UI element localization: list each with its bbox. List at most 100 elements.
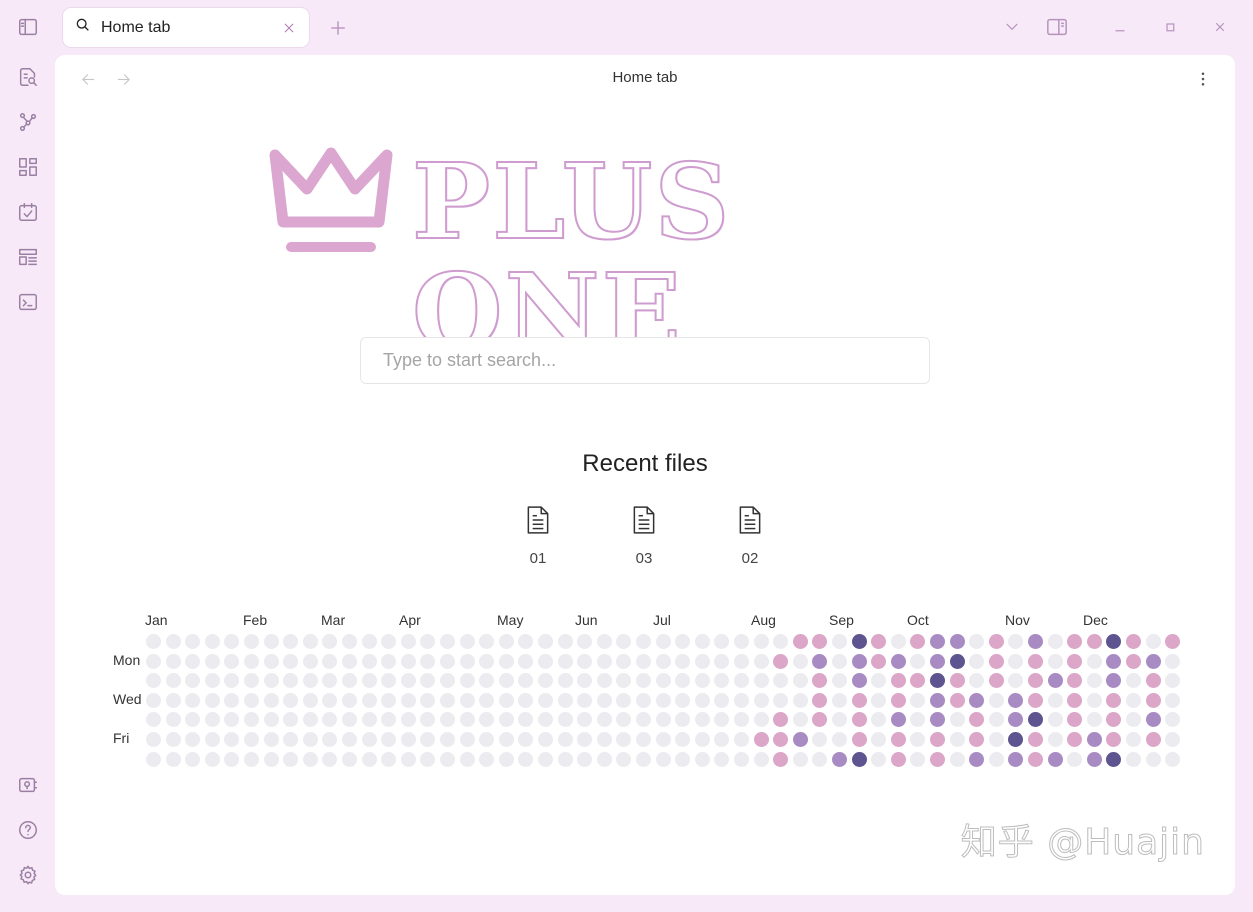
heatmap-day-cell[interactable] (832, 653, 847, 669)
heatmap-day-cell[interactable] (596, 653, 612, 669)
help-icon[interactable] (14, 816, 42, 844)
heatmap-day-cell[interactable] (498, 712, 514, 728)
heatmap-day-cell[interactable] (244, 712, 259, 728)
heatmap-day-cell[interactable] (910, 692, 926, 708)
heatmap-day-cell[interactable] (146, 732, 161, 747)
heatmap-day-cell[interactable] (165, 653, 181, 669)
heatmap-day-cell[interactable] (988, 732, 1004, 747)
heatmap-day-cell[interactable] (930, 692, 945, 708)
heatmap-day-cell[interactable] (1028, 732, 1043, 747)
heatmap-day-cell[interactable] (1028, 634, 1043, 649)
heatmap-day-cell[interactable] (734, 751, 749, 767)
heatmap-day-cell[interactable] (812, 751, 828, 767)
heatmap-day-cell[interactable] (479, 692, 495, 708)
heatmap-day-cell[interactable] (714, 732, 730, 747)
heatmap-day-cell[interactable] (596, 732, 612, 747)
heatmap-day-cell[interactable] (224, 751, 240, 767)
heatmap-day-cell[interactable] (596, 751, 612, 767)
heatmap-day-cell[interactable] (283, 634, 299, 649)
heatmap-day-cell[interactable] (988, 751, 1004, 767)
heatmap-day-cell[interactable] (440, 751, 455, 767)
heatmap-day-cell[interactable] (557, 751, 573, 767)
heatmap-day-cell[interactable] (792, 712, 808, 728)
heatmap-day-cell[interactable] (832, 712, 847, 728)
heatmap-day-cell[interactable] (479, 634, 495, 649)
heatmap-day-cell[interactable] (616, 634, 632, 649)
heatmap-day-cell[interactable] (459, 712, 475, 728)
heatmap-day-cell[interactable] (577, 692, 593, 708)
heatmap-day-cell[interactable] (655, 751, 671, 767)
heatmap-day-cell[interactable] (910, 751, 926, 767)
heatmap-day-cell[interactable] (459, 751, 475, 767)
heatmap-day-cell[interactable] (263, 673, 279, 689)
heatmap-day-cell[interactable] (792, 634, 808, 649)
heatmap-day-cell[interactable] (949, 692, 965, 708)
heatmap-day-cell[interactable] (969, 732, 985, 747)
heatmap-day-cell[interactable] (851, 712, 867, 728)
heatmap-day-cell[interactable] (988, 673, 1004, 689)
heatmap-day-cell[interactable] (773, 634, 789, 649)
heatmap-day-cell[interactable] (342, 751, 357, 767)
heatmap-day-cell[interactable] (910, 712, 926, 728)
heatmap-day-cell[interactable] (185, 692, 201, 708)
heatmap-day-cell[interactable] (1008, 692, 1024, 708)
heatmap-day-cell[interactable] (1047, 673, 1063, 689)
heatmap-day-cell[interactable] (910, 653, 926, 669)
heatmap-day-cell[interactable] (498, 751, 514, 767)
heatmap-day-cell[interactable] (381, 732, 397, 747)
heatmap-day-cell[interactable] (1165, 692, 1181, 708)
heatmap-day-cell[interactable] (1165, 653, 1181, 669)
heatmap-day-cell[interactable] (636, 712, 651, 728)
heatmap-day-cell[interactable] (224, 732, 240, 747)
heatmap-day-cell[interactable] (636, 751, 651, 767)
heatmap-day-cell[interactable] (1165, 634, 1181, 649)
heatmap-day-cell[interactable] (342, 673, 357, 689)
heatmap-day-cell[interactable] (1008, 732, 1024, 747)
heatmap-day-cell[interactable] (557, 732, 573, 747)
heatmap-day-cell[interactable] (538, 751, 553, 767)
window-close-icon[interactable] (1207, 14, 1233, 40)
heatmap-day-cell[interactable] (440, 653, 455, 669)
heatmap-day-cell[interactable] (577, 673, 593, 689)
heatmap-day-cell[interactable] (165, 634, 181, 649)
heatmap-day-cell[interactable] (714, 673, 730, 689)
heatmap-day-cell[interactable] (969, 712, 985, 728)
heatmap-day-cell[interactable] (302, 653, 318, 669)
heatmap-day-cell[interactable] (734, 634, 749, 649)
heatmap-day-cell[interactable] (361, 732, 377, 747)
heatmap-day-cell[interactable] (969, 653, 985, 669)
heatmap-day-cell[interactable] (538, 712, 553, 728)
heatmap-day-cell[interactable] (1106, 712, 1122, 728)
heatmap-day-cell[interactable] (361, 653, 377, 669)
heatmap-day-cell[interactable] (224, 653, 240, 669)
heatmap-day-cell[interactable] (714, 692, 730, 708)
heatmap-day-cell[interactable] (577, 712, 593, 728)
heatmap-day-cell[interactable] (538, 634, 553, 649)
heatmap-day-cell[interactable] (224, 692, 240, 708)
heatmap-day-cell[interactable] (1067, 653, 1083, 669)
heatmap-day-cell[interactable] (812, 692, 828, 708)
heatmap-day-cell[interactable] (1106, 751, 1122, 767)
heatmap-day-cell[interactable] (283, 732, 299, 747)
heatmap-day-cell[interactable] (498, 634, 514, 649)
heatmap-day-cell[interactable] (518, 692, 534, 708)
heatmap-day-cell[interactable] (322, 634, 338, 649)
heatmap-day-cell[interactable] (1106, 634, 1122, 649)
heatmap-day-cell[interactable] (577, 634, 593, 649)
heatmap-day-cell[interactable] (1067, 634, 1083, 649)
heatmap-day-cell[interactable] (204, 751, 220, 767)
heatmap-day-cell[interactable] (694, 692, 710, 708)
heatmap-day-cell[interactable] (538, 653, 553, 669)
heatmap-day-cell[interactable] (714, 653, 730, 669)
heatmap-day-cell[interactable] (224, 673, 240, 689)
heatmap-day-cell[interactable] (361, 712, 377, 728)
heatmap-day-cell[interactable] (1126, 712, 1141, 728)
heatmap-day-cell[interactable] (675, 712, 691, 728)
heatmap-day-cell[interactable] (420, 653, 436, 669)
heatmap-day-cell[interactable] (871, 732, 887, 747)
heatmap-day-cell[interactable] (1145, 634, 1161, 649)
heatmap-day-cell[interactable] (1145, 751, 1161, 767)
maximize-icon[interactable] (1157, 14, 1183, 40)
heatmap-day-cell[interactable] (1126, 634, 1141, 649)
heatmap-day-cell[interactable] (1106, 692, 1122, 708)
